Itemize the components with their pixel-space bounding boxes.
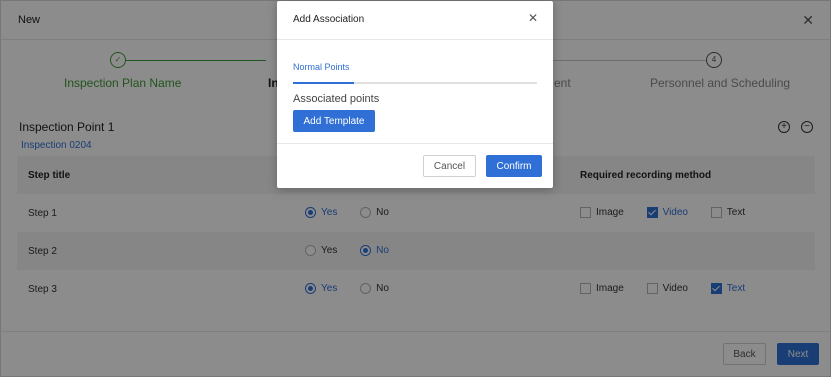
dialog-header: Add Association ✕ [277,1,553,40]
add-association-dialog: Add Association ✕ Normal Points Associat… [277,1,553,188]
dialog-title: Add Association [293,14,365,25]
tab-active-indicator [293,82,354,84]
dialog-footer-divider [277,143,553,144]
confirm-button[interactable]: Confirm [486,155,542,177]
cancel-button[interactable]: Cancel [423,155,476,177]
add-template-button[interactable]: Add Template [293,110,375,132]
tab-normal-points[interactable]: Normal Points [293,62,350,72]
associated-points-label: Associated points [293,93,380,105]
close-icon[interactable]: ✕ [528,11,538,25]
